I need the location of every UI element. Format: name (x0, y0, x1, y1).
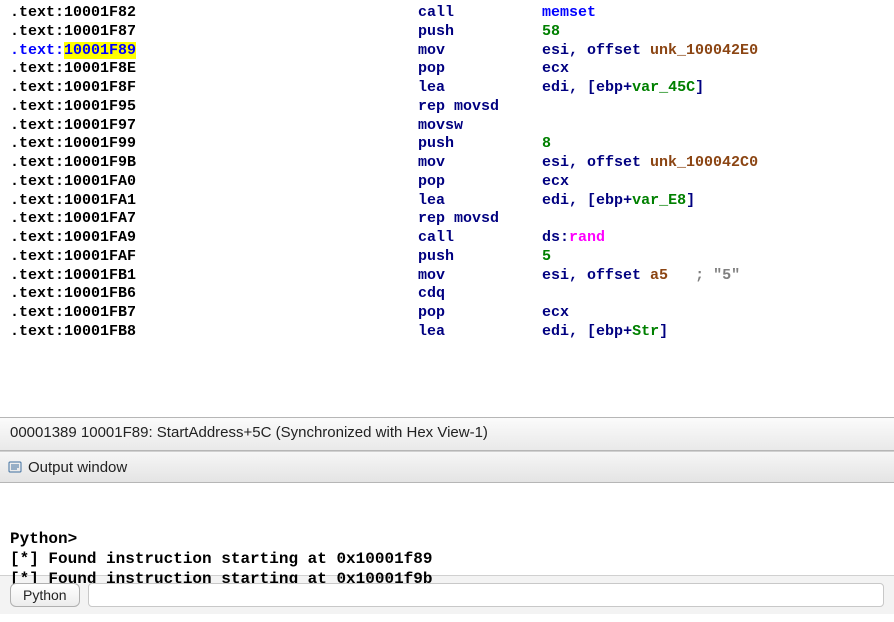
address-label: .text:10001F99 (10, 135, 136, 152)
address-label: .text:10001FB6 (10, 285, 136, 302)
mnemonic: pop (418, 60, 542, 79)
mnemonic: call (418, 229, 542, 248)
mnemonic: pop (418, 173, 542, 192)
disasm-row[interactable]: .text:10001F82 callmemset (10, 4, 894, 23)
operands: ecx (542, 60, 569, 77)
address-label-highlighted: .text:10001F89 (10, 42, 136, 59)
mnemonic: push (418, 135, 542, 154)
address-label: .text:10001F97 (10, 117, 136, 134)
output-line: [*] Found instruction starting at 0x1000… (10, 549, 884, 569)
mnemonic: call (418, 4, 542, 23)
address-label: .text:10001FA9 (10, 229, 136, 246)
disasm-row[interactable]: .text:10001FB1 movesi, offset a5 ; "5" (10, 267, 894, 286)
disasm-row[interactable]: .text:10001FA9 callds:rand (10, 229, 894, 248)
operands: 8 (542, 135, 551, 152)
status-bar: 00001389 10001F89: StartAddress+5C (Sync… (0, 418, 894, 451)
operands: ecx (542, 304, 569, 321)
mnemonic: movsw (418, 117, 542, 136)
operands: edi, [ebp+var_45C] (542, 79, 704, 96)
output-window-icon (8, 460, 22, 474)
operands: memset (542, 4, 596, 21)
operands: ecx (542, 173, 569, 190)
address-label: .text:10001FA0 (10, 173, 136, 190)
disasm-row[interactable]: .text:10001F9B movesi, offset unk_100042C… (10, 154, 894, 173)
output-window[interactable]: Python>[*] Found instruction starting at… (0, 483, 894, 576)
operands: esi, offset a5 ; "5" (542, 267, 740, 284)
operands: esi, offset unk_100042C0 (542, 154, 758, 171)
disasm-row[interactable]: .text:10001F87 push58 (10, 23, 894, 42)
output-line: Python> (10, 529, 884, 549)
address-label: .text:10001F8E (10, 60, 136, 77)
interpreter-button[interactable]: Python (10, 583, 80, 607)
mnemonic: cdq (418, 285, 542, 304)
address-label: .text:10001F8F (10, 79, 136, 96)
operands: esi, offset unk_100042E0 (542, 42, 758, 59)
address-label: .text:10001FA7 (10, 210, 136, 227)
command-input[interactable] (88, 583, 884, 607)
disasm-row[interactable]: .text:10001FA0 popecx (10, 173, 894, 192)
operands: 5 (542, 248, 551, 265)
mnemonic: rep movsd (418, 98, 542, 117)
mnemonic: push (418, 248, 542, 267)
address-label: .text:10001FB8 (10, 323, 136, 340)
operands: 58 (542, 23, 560, 40)
mnemonic: mov (418, 267, 542, 286)
mnemonic: push (418, 23, 542, 42)
mnemonic: lea (418, 323, 542, 342)
mnemonic: pop (418, 304, 542, 323)
disasm-row[interactable]: .text:10001FA1 leaedi, [ebp+var_E8] (10, 192, 894, 211)
operands: edi, [ebp+var_E8] (542, 192, 695, 209)
operands: edi, [ebp+Str] (542, 323, 668, 340)
disassembly-view[interactable]: .text:10001F82callmemset.text:10001F87pu… (0, 0, 894, 418)
address-label: .text:10001F9B (10, 154, 136, 171)
disasm-row[interactable]: .text:10001F8F leaedi, [ebp+var_45C] (10, 79, 894, 98)
output-window-title: Output window (28, 459, 127, 476)
disasm-row[interactable]: .text:10001F8E popecx (10, 60, 894, 79)
mnemonic: rep movsd (418, 210, 542, 229)
disasm-row[interactable]: .text:10001FB7 popecx (10, 304, 894, 323)
address-label: .text:10001F87 (10, 23, 136, 40)
disasm-row[interactable]: .text:10001FB8 leaedi, [ebp+Str] (10, 323, 894, 342)
mnemonic: mov (418, 42, 542, 61)
disasm-row[interactable]: .text:10001FAF push5 (10, 248, 894, 267)
address-label: .text:10001F95 (10, 98, 136, 115)
mnemonic: lea (418, 192, 542, 211)
address-label: .text:10001FB7 (10, 304, 136, 321)
mnemonic: mov (418, 154, 542, 173)
operands: ds:rand (542, 229, 605, 246)
address-label: .text:10001FA1 (10, 192, 136, 209)
output-window-header[interactable]: Output window (0, 451, 894, 483)
address-label: .text:10001F82 (10, 4, 136, 21)
address-label: .text:10001FB1 (10, 267, 136, 284)
disasm-row[interactable]: .text:10001F97 movsw (10, 117, 894, 136)
disasm-row[interactable]: .text:10001F89 movesi, offset unk_100042E… (10, 42, 894, 61)
address-label: .text:10001FAF (10, 248, 136, 265)
disasm-row[interactable]: .text:10001FB6 cdq (10, 285, 894, 304)
disasm-row[interactable]: .text:10001FA7 rep movsd (10, 210, 894, 229)
disasm-row[interactable]: .text:10001F95 rep movsd (10, 98, 894, 117)
mnemonic: lea (418, 79, 542, 98)
disasm-row[interactable]: .text:10001F99 push8 (10, 135, 894, 154)
